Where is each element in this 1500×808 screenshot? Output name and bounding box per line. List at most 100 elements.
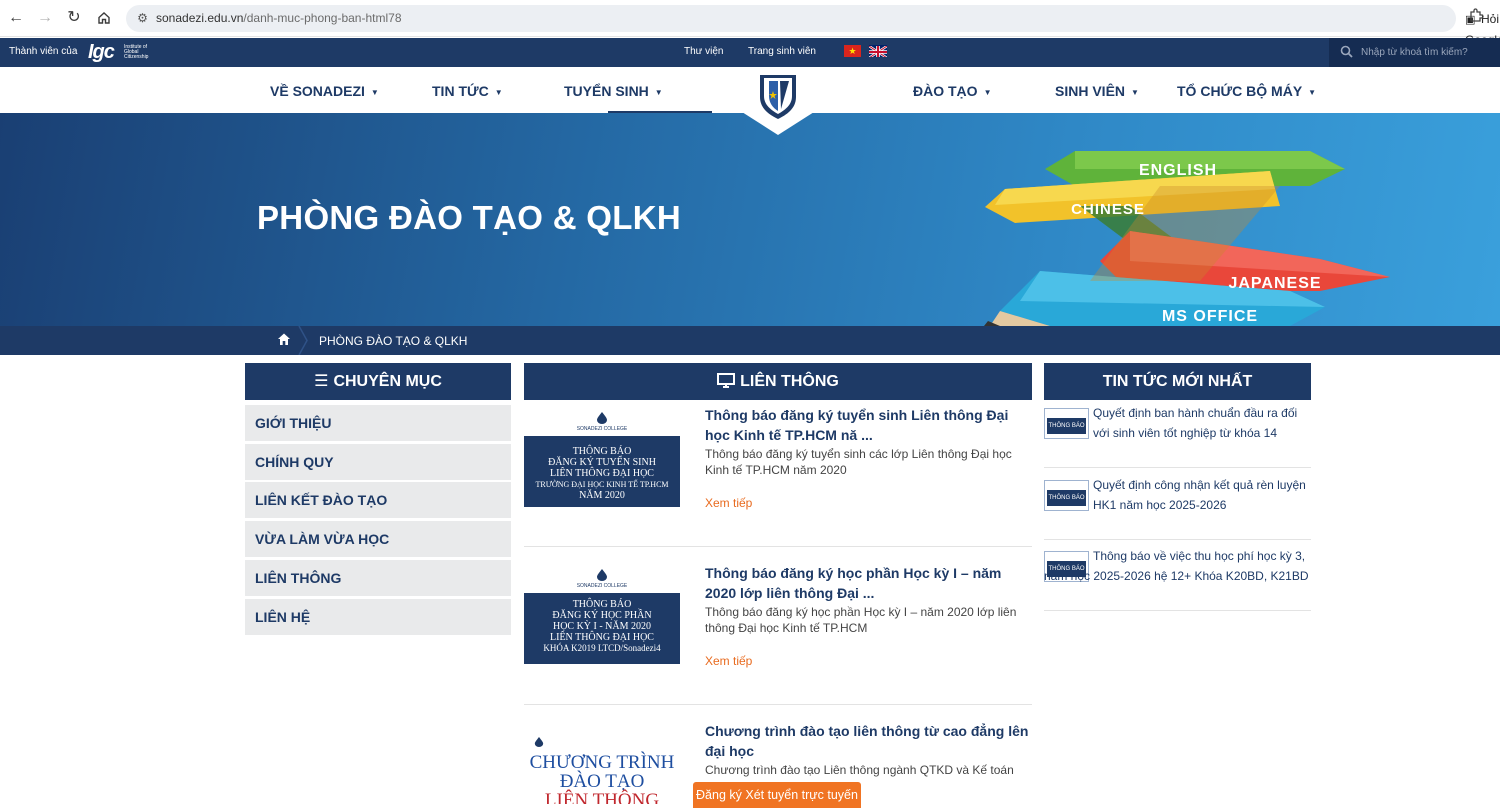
article-excerpt: Chương trình đào tạo Liên thông ngành QT… [705, 763, 1014, 777]
sidebar-item-lien-he[interactable]: LIÊN HỆ [245, 599, 511, 635]
url-path: /danh-muc-phong-ban-html78 [243, 11, 402, 25]
sidebar-item-lien-ket-dao-tao[interactable]: LIÊN KẾT ĐÀO TẠO [245, 482, 511, 518]
breadcrumb-current: PHÒNG ĐÀO TẠO & QLKH [319, 334, 468, 348]
news-divider [1044, 610, 1311, 611]
news-thumb-label: THÔNG BÁO [1047, 490, 1086, 506]
nav-item-tin-tuc[interactable]: TIN TỨC ▼ [432, 83, 503, 99]
uk-flag-icon[interactable] [869, 45, 887, 57]
address-bar[interactable]: ⚙ sonadezi.edu.vn/danh-muc-phong-ban-htm… [126, 5, 1500, 47]
thumb-line: THÔNG BÁO [572, 446, 632, 457]
sonadezi-logo: SONADEZI COLLEGE [524, 412, 680, 432]
home-icon[interactable] [94, 8, 114, 28]
library-link[interactable]: Thư viện [684, 46, 724, 57]
thumb-line: LIÊN THÔNG ĐẠI HỌC [550, 468, 654, 479]
caret-down-icon: ▼ [1308, 87, 1317, 97]
search-input[interactable] [1361, 43, 1497, 62]
sidebar-item-label: LIÊN KẾT ĐÀO TẠO [255, 492, 388, 508]
browser-toolbar: ← → ↻ ⚙ sonadezi.edu.vn/danh-muc-phong-b… [0, 0, 1500, 47]
caret-down-icon: ▼ [654, 87, 663, 97]
back-icon[interactable]: ← [6, 8, 26, 28]
thumb-notice-box: THÔNG BÁO ĐĂNG KÝ TUYỂN SINH LIÊN THÔNG … [524, 436, 680, 507]
caret-down-icon: ▼ [983, 87, 992, 97]
caret-down-icon: ▼ [1131, 87, 1139, 97]
pencil-label-chinese: CHINESE [1071, 201, 1145, 218]
sidebar-item-label: LIÊN HỆ [255, 609, 311, 625]
article-excerpt: Thông báo đăng ký tuyển sinh các lớp Liê… [705, 447, 1012, 477]
school-logo[interactable] [731, 67, 825, 137]
article-thumbnail[interactable]: CHƯƠNG TRÌNH ĐÀO TẠO LIÊN THÔNG [524, 735, 680, 804]
news-thumbnail[interactable]: THÔNG BÁO [1044, 480, 1089, 511]
igc-logo-text: Institute of Global Citizenship [124, 44, 149, 60]
sidebar-heading: ☰ CHUYÊN MỤC [245, 363, 511, 400]
caret-down-icon: ▼ [494, 87, 503, 97]
thumb-brand: SONADEZI COLLEGE [576, 426, 628, 432]
igc-logo[interactable]: Igc Institute of Global Citizenship [88, 41, 158, 64]
reload-icon[interactable]: ↻ [64, 8, 84, 28]
sidebar-item-gioi-thieu[interactable]: GIỚI THIỆU [245, 405, 511, 441]
news-title-link[interactable]: Quyết định ban hành chuẩn đầu ra đối với… [1093, 404, 1311, 443]
sidebar-item-label: CHÍNH QUY [255, 454, 334, 470]
vietnam-flag-icon[interactable]: ★ [844, 45, 861, 57]
extensions-icon[interactable] [1468, 8, 1488, 28]
nav-item-label: ĐÀO TẠO [913, 83, 978, 99]
url-domain: sonadezi.edu.vn [156, 11, 244, 25]
sidebar-item-chinh-quy[interactable]: CHÍNH QUY [245, 444, 511, 480]
read-more-link[interactable]: Xem tiếp [705, 496, 752, 510]
nav-item-label: VỀ SONADEZI [270, 83, 365, 99]
forward-icon[interactable]: → [35, 8, 55, 28]
article-thumbnail[interactable]: SONADEZI COLLEGE THÔNG BÁO ĐĂNG KÝ HỌC P… [524, 567, 680, 667]
site-search [1329, 38, 1500, 67]
news-title-link[interactable]: Quyết định công nhận kết quả rèn luyện H… [1093, 476, 1311, 515]
sidebar-heading-label: CHUYÊN MỤC [333, 373, 442, 390]
nav-item-dao-tao[interactable]: ĐÀO TẠO ▼ [913, 83, 991, 99]
article-thumbnail[interactable]: SONADEZI COLLEGE THÔNG BÁO ĐĂNG KÝ TUYỂN… [524, 410, 680, 510]
student-page-link[interactable]: Trang sinh viên [748, 46, 816, 57]
news-item[interactable]: THÔNG BÁO Quyết định ban hành chuẩn đầu … [1044, 400, 1311, 468]
sonadezi-logo: SONADEZI COLLEGE [524, 569, 680, 589]
pencil-label-english: ENGLISH [1139, 162, 1217, 179]
search-icon[interactable] [1340, 45, 1355, 60]
url-text[interactable]: sonadezi.edu.vn/danh-muc-phong-ban-html7… [156, 11, 402, 25]
sidebar-item-lien-thong[interactable]: LIÊN THÔNG [245, 560, 511, 596]
article-item: SONADEZI COLLEGE THÔNG BÁO ĐĂNG KÝ HỌC P… [524, 547, 1032, 705]
news-item[interactable]: THÔNG BÁO Quyết định công nhận kết quả r… [1044, 468, 1311, 540]
sidebar-item-label: VỪA LÀM VỪA HỌC [255, 531, 390, 547]
thumb-line: TRƯỜNG ĐẠI HỌC KINH TẾ TP.HCM [535, 480, 669, 489]
breadcrumb: PHÒNG ĐÀO TẠO & QLKH [0, 326, 1500, 355]
thumb-line: HỌC KỲ I - NĂM 2020 [552, 621, 652, 632]
main-heading-label: LIÊN THÔNG [740, 373, 839, 390]
article-title-link[interactable]: Thông báo đăng ký học phần Học kỳ I – nă… [705, 563, 1030, 603]
nav-item-label: TIN TỨC [432, 83, 489, 99]
online-admission-button[interactable]: Đăng ký Xét tuyển trực tuyến [693, 782, 861, 808]
sidebar-item-label: LIÊN THÔNG [255, 570, 342, 586]
site-info-icon[interactable]: ⚙ [135, 11, 150, 26]
sidebar-item-vua-lam-vua-hoc[interactable]: VỪA LÀM VỪA HỌC [245, 521, 511, 557]
page-banner: PHÒNG ĐÀO TẠO & QLKH ENGLISH CHINESE JAP… [0, 113, 1500, 326]
member-label: Thành viên của [9, 46, 78, 57]
monitor-icon [717, 363, 736, 400]
thumb-line: ĐĂNG KÝ HỌC PHẦN [552, 610, 652, 621]
thumb-notice-box: THÔNG BÁO ĐĂNG KÝ HỌC PHẦN HỌC KỲ I - NĂ… [524, 593, 680, 664]
banner-title: PHÒNG ĐÀO TẠO & QLKH [257, 199, 681, 236]
news-title-link[interactable]: Thông báo về việc thu học phí học kỳ 3, … [1044, 547, 1311, 586]
nav-item-to-chuc-bo-may[interactable]: TỔ CHỨC BỘ MÁY ▼ [1177, 83, 1316, 99]
caret-down-icon: ▼ [370, 87, 379, 97]
thumb-line: ĐĂNG KÝ TUYỂN SINH [548, 457, 656, 468]
thumb-line: KHÓA K2019 LTCD/Sonadezi4 [543, 643, 661, 653]
article-title-link[interactable]: Thông báo đăng ký tuyển sinh Liên thông … [705, 405, 1030, 445]
pencil-label-japanese: JAPANESE [1228, 275, 1321, 292]
news-item[interactable]: THÔNG BÁO Thông báo về việc thu học phí … [1044, 540, 1311, 611]
main-heading: LIÊN THÔNG [524, 363, 1032, 400]
news-thumbnail[interactable]: THÔNG BÁO [1044, 408, 1089, 439]
nav-item-sinh-vien[interactable]: SINH VIÊN ▼ [1055, 83, 1139, 99]
article-item: SONADEZI COLLEGE THÔNG BÁO ĐĂNG KÝ TUYỂN… [524, 400, 1032, 547]
article-title-link[interactable]: Chương trình đào tạo liên thông từ cao đ… [705, 721, 1030, 761]
nav-item-tuyen-sinh[interactable]: TUYỂN SINH ▼ [564, 83, 663, 99]
thumb-line: THÔNG BÁO [572, 599, 632, 610]
nav-item-ve-sonadezi[interactable]: VỀ SONADEZI ▼ [270, 83, 379, 99]
article-excerpt: Thông báo đăng ký học phần Học kỳ I – nă… [705, 605, 1017, 635]
thumb-line: LIÊN THÔNG [544, 790, 660, 804]
home-icon[interactable] [276, 332, 292, 348]
menu-icon: ☰ [314, 373, 329, 390]
read-more-link[interactable]: Xem tiếp [705, 654, 752, 668]
